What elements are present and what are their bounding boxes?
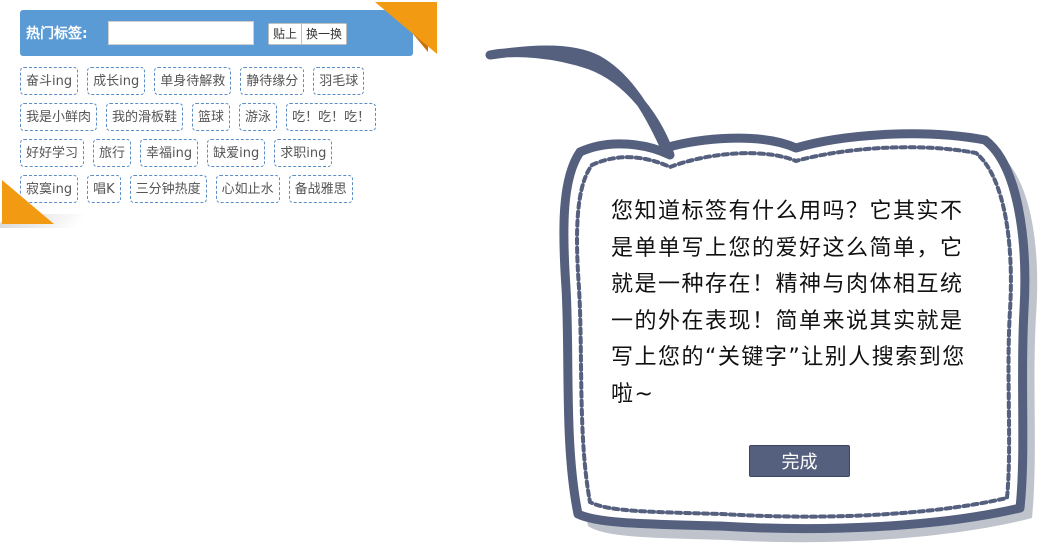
hot-tags-header: 热门标签: 贴上 换一换	[20, 10, 413, 56]
tag-row: 好好学习 旅行 幸福ing 缺爱ing 求职ing	[20, 139, 415, 167]
refresh-tags-button[interactable]: 换一换	[301, 24, 347, 44]
tag-item[interactable]: 奋斗ing	[20, 67, 79, 95]
tag-item[interactable]: 幸福ing	[140, 139, 199, 167]
tag-row: 奋斗ing 成长ing 单身待解救 静待缘分 羽毛球	[20, 67, 415, 95]
tag-item[interactable]: 成长ing	[87, 67, 146, 95]
tag-button-group: 贴上 换一换	[268, 23, 348, 45]
page: 热门标签: 贴上 换一换 奋斗ing 成长ing 单身待解救 静待缘分 羽毛球 …	[0, 0, 1049, 559]
tag-item[interactable]: 游泳	[239, 103, 278, 131]
tag-item[interactable]: 我是小鲜肉	[20, 103, 98, 131]
paste-button[interactable]: 贴上	[269, 24, 302, 44]
tag-item[interactable]: 求职ing	[274, 139, 333, 167]
tag-item[interactable]: 唱K	[87, 175, 121, 203]
tag-item[interactable]: 吃！吃！吃！	[286, 103, 377, 131]
tag-row: 我是小鲜肉 我的滑板鞋 篮球 游泳 吃！吃！吃！	[20, 103, 415, 131]
done-button[interactable]: 完成	[749, 445, 850, 477]
tag-item[interactable]: 备战雅思	[288, 175, 353, 203]
tag-item[interactable]: 旅行	[93, 139, 132, 167]
hot-tags-label: 热门标签:	[26, 26, 88, 42]
tag-item[interactable]: 羽毛球	[313, 67, 365, 95]
tag-list: 奋斗ing 成长ing 单身待解救 静待缘分 羽毛球 我是小鲜肉 我的滑板鞋 篮…	[20, 67, 415, 211]
tag-item[interactable]: 好好学习	[20, 139, 85, 167]
tag-row: 寂寞ing 唱K 三分钟热度 心如止水 备战雅思	[20, 175, 415, 203]
corner-fold-bottom	[2, 180, 54, 224]
tag-item[interactable]: 心如止水	[215, 175, 280, 203]
corner-fold-top	[375, 2, 437, 54]
tag-item[interactable]: 三分钟热度	[129, 175, 207, 203]
tag-explanation-text: 您知道标签有什么用吗？它其实不是单单写上您的爱好这么简单，它就是一种存在！精神与…	[611, 199, 966, 407]
hot-tags-panel: 热门标签: 贴上 换一换 奋斗ing 成长ing 单身待解救 静待缘分 羽毛球 …	[0, 2, 437, 230]
tag-item[interactable]: 篮球	[192, 103, 231, 131]
tag-item[interactable]: 我的滑板鞋	[106, 103, 184, 131]
tag-item[interactable]: 静待缘分	[240, 67, 305, 95]
tag-item[interactable]: 单身待解救	[154, 67, 232, 95]
tag-input[interactable]	[108, 21, 254, 45]
tag-item[interactable]: 缺爱ing	[207, 139, 266, 167]
